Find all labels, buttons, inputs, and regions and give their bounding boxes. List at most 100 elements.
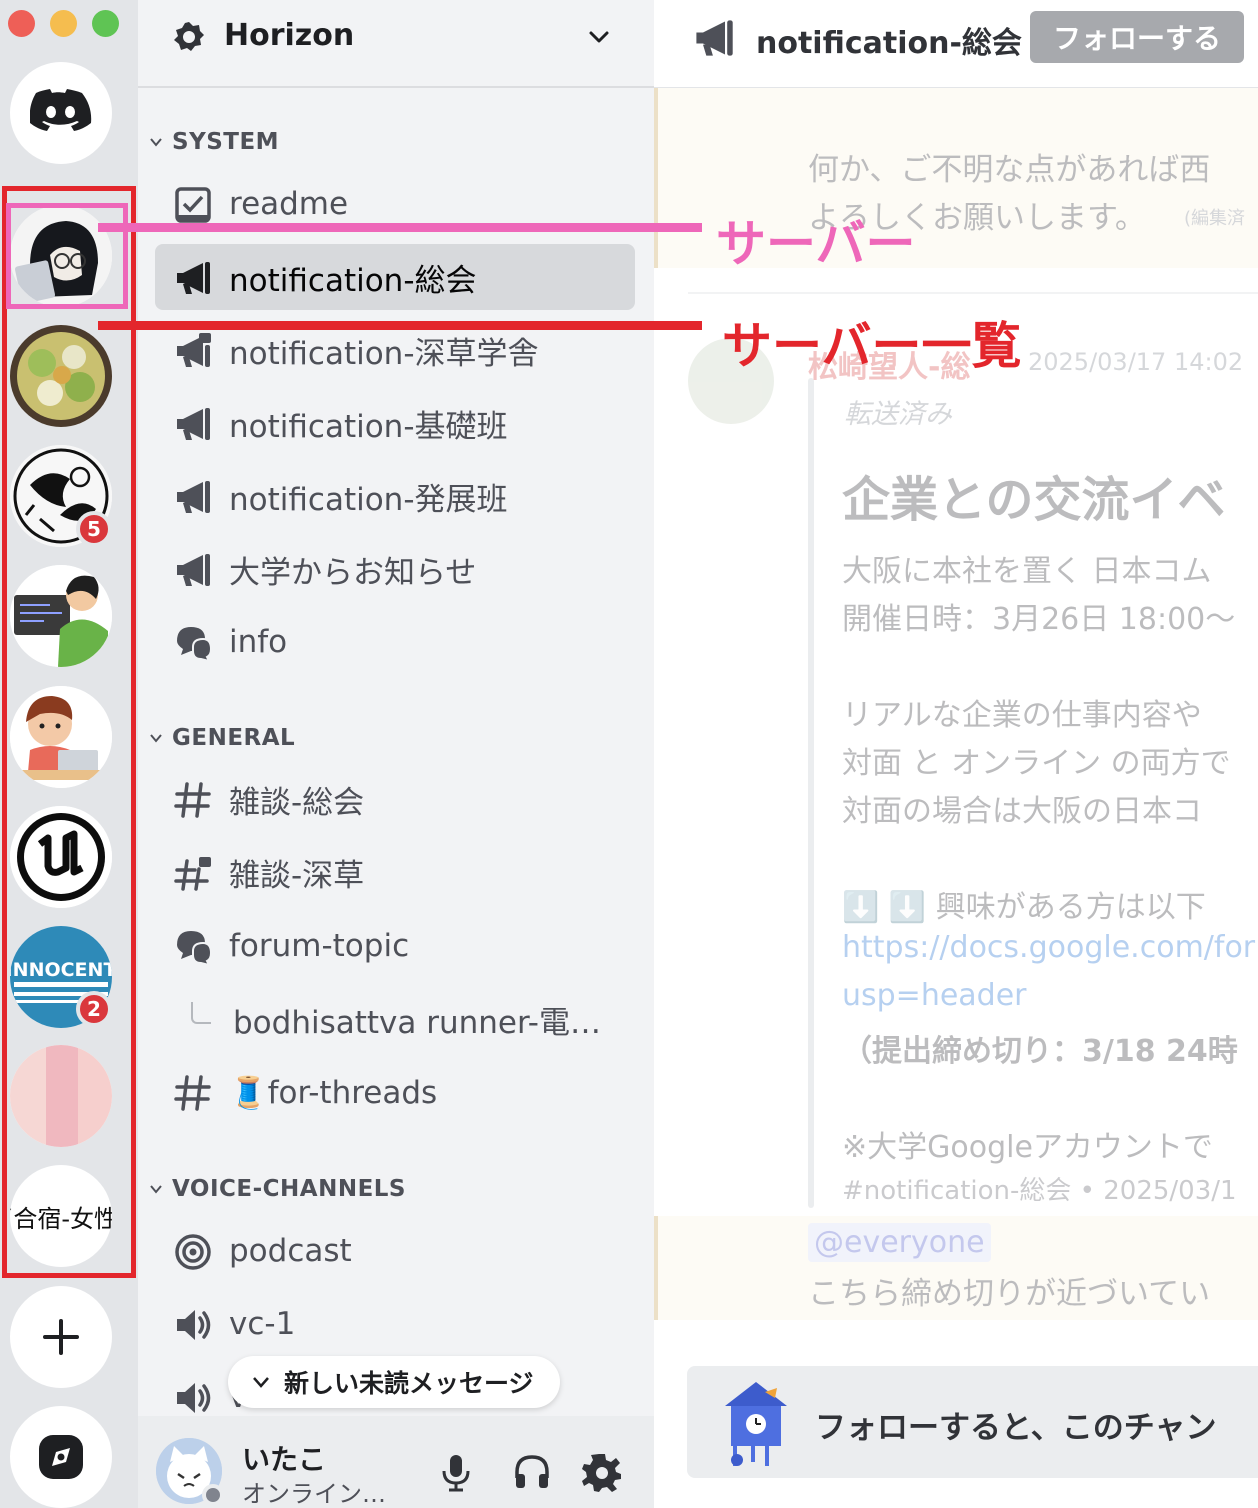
channel-label: notification-総会 xyxy=(229,262,477,299)
mention-everyone[interactable]: @everyone xyxy=(808,1223,991,1262)
forum-icon xyxy=(177,627,213,663)
announcement-icon xyxy=(177,554,210,586)
category-general[interactable]: GENERAL xyxy=(148,723,295,753)
thread-bodhisattva-runner[interactable]: bodhisattva runner-電… xyxy=(155,986,635,1052)
channel-podcast[interactable]: podcast xyxy=(155,1218,635,1284)
embed-line: 大阪に本社を置く 日本コム xyxy=(842,554,1212,589)
minimize-window-button[interactable] xyxy=(50,10,77,37)
channel-notification-kiso[interactable]: notification-基礎班 xyxy=(155,390,635,456)
embed-footer[interactable]: #notification-総会 • 2025/03/1 xyxy=(842,1170,1237,1207)
channel-for-threads[interactable]: 🧵for-threads xyxy=(155,1059,635,1125)
divider xyxy=(688,292,1258,294)
channel-info[interactable]: info xyxy=(155,609,635,675)
server-list-callout-line xyxy=(98,321,702,330)
plus-icon xyxy=(43,1319,79,1355)
embed-line[interactable]: https://docs.google.com/for xyxy=(842,930,1255,965)
channel-label: notification-基礎班 xyxy=(229,408,508,445)
embed-line: 対面の場合は大阪の日本コ xyxy=(842,794,1202,829)
chevron-down-icon xyxy=(150,138,162,147)
explore-servers-button[interactable] xyxy=(10,1406,112,1508)
hash-icon xyxy=(174,1075,211,1111)
close-window-button[interactable] xyxy=(8,10,35,37)
embed-title: 企業との交流イベ xyxy=(842,472,1226,528)
embed-line[interactable]: usp=header xyxy=(842,978,1027,1013)
channel-label: forum-topic xyxy=(229,928,410,964)
category-voice-channels[interactable]: VOICE-CHANNELS xyxy=(148,1174,406,1204)
embed-line: 開催日時：3月26日 18:00〜 xyxy=(842,602,1236,637)
announcement-icon xyxy=(177,262,210,294)
unread-pill-label: 新しい未読メッセージ xyxy=(284,1369,534,1398)
username: いたこ xyxy=(242,1443,327,1476)
server-highlight-box xyxy=(6,203,128,309)
hash-icon xyxy=(174,782,211,818)
channel-notification-soukai[interactable]: notification-総会 xyxy=(155,244,635,310)
forwarded-label: 転送済み xyxy=(844,399,952,430)
direct-messages-button[interactable] xyxy=(10,62,112,164)
chevron-down-icon[interactable] xyxy=(586,24,612,50)
channel-label: 大学からお知らせ xyxy=(229,554,477,591)
chevron-down-icon xyxy=(253,1377,269,1388)
embed-line: （提出締め切り：3/18 24時 xyxy=(842,1034,1238,1069)
rules-icon xyxy=(175,187,211,223)
channel-label: podcast xyxy=(229,1233,352,1269)
follow-button[interactable]: フォローする xyxy=(1030,11,1244,63)
channel-vc-1[interactable]: vc-1 xyxy=(155,1291,635,1357)
channel-label: notification-深草学舎 xyxy=(229,335,539,372)
server-list-annotation-label: サーバー一覧 xyxy=(722,317,1022,375)
thread-icon xyxy=(191,1002,211,1024)
embed-line: ⬇️ ⬇️ 興味がある方は以下 xyxy=(842,890,1206,925)
announcement-icon xyxy=(177,408,210,440)
follow-channel-banner: フォローすると、このチャン xyxy=(687,1366,1258,1478)
channel-forum-topic[interactable]: forum-topic xyxy=(155,913,635,979)
embed-line: 対面 と オンライン の両方で xyxy=(842,746,1231,781)
user-status: オンライン… xyxy=(242,1480,386,1508)
channel-label: readme xyxy=(229,186,349,222)
follow-banner-text: フォローすると、このチャン xyxy=(815,1410,1217,1446)
embed-line: リアルな企業の仕事内容や xyxy=(842,698,1202,733)
speaker-icon xyxy=(177,1383,211,1413)
settings-gear-icon[interactable] xyxy=(582,1452,622,1492)
status-indicator xyxy=(202,1484,224,1506)
category-label: GENERAL xyxy=(172,725,296,751)
server-annotation-label: サーバー xyxy=(716,215,916,273)
server-name: Horizon xyxy=(224,18,355,53)
channel-zatsudan-fukakusa[interactable]: 雑談-深草 xyxy=(155,839,635,905)
announcement-icon xyxy=(696,20,733,56)
user-panel: いたこ オンライン… xyxy=(138,1416,654,1508)
community-server-icon xyxy=(174,22,204,51)
cuckoo-clock-icon xyxy=(725,1382,787,1466)
category-label: VOICE-CHANNELS xyxy=(172,1176,407,1202)
channel-label: 雑談-深草 xyxy=(229,857,365,894)
zoom-window-button[interactable] xyxy=(92,10,119,37)
category-label: SYSTEM xyxy=(172,129,280,155)
channel-title: notification-総会 xyxy=(756,26,1022,61)
channel-header: notification-総会 フォローする xyxy=(654,0,1258,88)
stage-icon xyxy=(175,1234,211,1270)
embed-line: ※大学Googleアカウントで xyxy=(842,1130,1213,1165)
speaker-icon xyxy=(177,1310,211,1340)
category-system[interactable]: SYSTEM xyxy=(148,127,279,157)
thread-label: bodhisattva runner-電… xyxy=(233,1004,601,1041)
headphones-icon[interactable] xyxy=(512,1452,552,1492)
channel-label: 雑談-総会 xyxy=(229,784,365,821)
edited-tag: (編集済 xyxy=(1184,208,1246,229)
compass-icon xyxy=(39,1435,83,1479)
chevron-down-icon xyxy=(150,1185,162,1194)
announcement-locked-icon xyxy=(177,333,211,367)
message-text: 何か、ご不明な点があれば西 xyxy=(808,152,1211,188)
channel-university-news[interactable]: 大学からお知らせ xyxy=(155,536,635,602)
embed-accent-bar xyxy=(808,378,814,1208)
message-text: こちら締め切りが近づいてい xyxy=(808,1276,1211,1312)
server-header[interactable]: Horizon xyxy=(138,0,654,88)
announcement-icon xyxy=(177,481,210,513)
add-server-button[interactable] xyxy=(10,1286,112,1388)
new-unread-messages-pill[interactable]: 新しい未読メッセージ xyxy=(228,1356,560,1408)
channel-label: 🧵for-threads xyxy=(229,1074,438,1111)
channel-label: info xyxy=(229,624,288,660)
discord-logo-icon xyxy=(30,89,92,131)
hash-locked-icon xyxy=(174,857,211,891)
microphone-icon[interactable] xyxy=(436,1452,476,1492)
channel-notification-hatten[interactable]: notification-発展班 xyxy=(155,463,635,529)
channel-zatsudan-soukai[interactable]: 雑談-総会 xyxy=(155,766,635,832)
channel-label: notification-発展班 xyxy=(229,481,508,518)
